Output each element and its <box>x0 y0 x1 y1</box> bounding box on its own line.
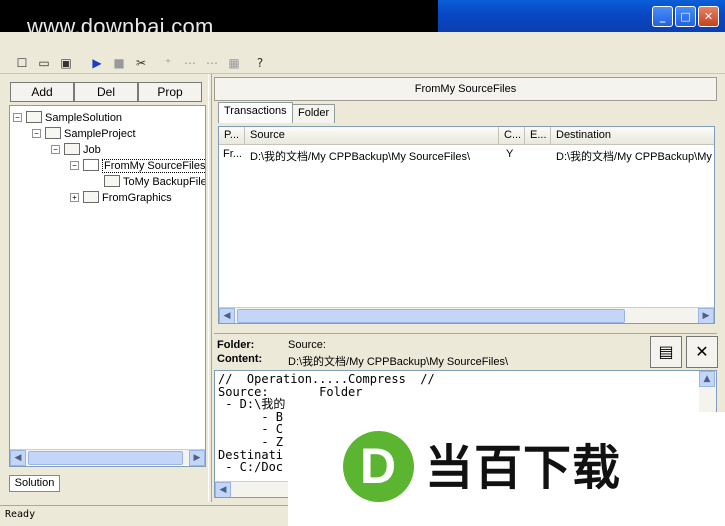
open-icon[interactable]: ▭ <box>36 55 52 71</box>
tab-solution[interactable]: Solution <box>9 475 60 492</box>
column-header-c[interactable]: C... <box>499 127 525 145</box>
collapse-icon[interactable]: − <box>13 113 22 122</box>
tree-node-to-my-backupfiles[interactable]: ToMy BackupFiles <box>104 174 206 190</box>
tree-node-label: SampleProject <box>64 128 136 140</box>
scroll-left-icon[interactable]: ◀ <box>10 450 26 466</box>
content-label: Content: <box>217 353 263 365</box>
project-icon <box>45 127 61 139</box>
column-header-e[interactable]: E... <box>525 127 551 145</box>
collapse-icon[interactable]: − <box>70 161 79 170</box>
collapse-icon[interactable]: − <box>51 145 60 154</box>
notes-icon[interactable]: ▤ <box>650 336 682 368</box>
folder-value: Source: <box>288 339 326 351</box>
solution-tree[interactable]: − SampleSolution − SampleProject − Job − Fro… <box>9 105 206 467</box>
prop-button[interactable]: Prop <box>138 82 202 102</box>
collapse-icon[interactable]: − <box>32 129 41 138</box>
transactions-list[interactable]: P... Source C... E... Destination Fr... … <box>218 126 715 324</box>
expand-icon[interactable]: + <box>70 193 79 202</box>
tree-node-label: SampleSolution <box>45 112 123 124</box>
logo-text: 当百下载 <box>425 440 622 496</box>
help-icon[interactable]: ? <box>252 55 268 71</box>
cell-source: D:\我的文档/My CPPBackup\My SourceFiles\ <box>250 151 471 163</box>
scroll-up-icon[interactable]: ▲ <box>699 371 715 387</box>
logo-letter: D <box>360 438 397 494</box>
list-horizontal-scrollbar[interactable]: ◀ ▶ <box>219 307 714 323</box>
menu-bar <box>0 32 725 52</box>
scroll-thumb[interactable] <box>237 309 625 323</box>
tree-node-project[interactable]: − SampleProject <box>32 126 136 142</box>
tree-node-solution[interactable]: − SampleSolution <box>13 110 122 126</box>
scroll-left-icon[interactable]: ◀ <box>219 308 235 323</box>
grid-icon[interactable]: ▦ <box>226 55 242 71</box>
close-button[interactable]: ✕ <box>698 6 719 27</box>
folder-open-icon <box>83 159 99 171</box>
cell-p: Fr... <box>223 148 242 160</box>
tree-node-label: ToMy BackupFiles <box>123 176 206 188</box>
tree-node-from-my-sourcefiles[interactable]: − FromMy SourceFiles <box>70 158 206 174</box>
tree-horizontal-scrollbar[interactable]: ◀ ▶ <box>10 449 205 466</box>
cell-destination: D:\我的文档/My CPPBackup\My SourceFiles\ <box>556 151 714 163</box>
solution-icon <box>26 111 42 123</box>
log-line: - C:/Doc <box>218 460 284 475</box>
scroll-right-icon[interactable]: ▶ <box>189 450 205 466</box>
cell-c: Y <box>506 148 514 160</box>
tab-folder[interactable]: Folder <box>292 104 336 123</box>
move-icon[interactable]: ⋯ <box>182 55 198 71</box>
cut-icon[interactable]: ✂ <box>133 55 149 71</box>
folder-icon <box>104 175 120 187</box>
add-button[interactable]: Add <box>10 82 74 102</box>
save-icon[interactable]: ▣ <box>58 55 74 71</box>
scroll-left-icon[interactable]: ◀ <box>215 482 231 497</box>
panel-splitter[interactable] <box>208 74 212 502</box>
scroll-thumb[interactable] <box>28 451 183 465</box>
run-icon[interactable]: ▶ <box>89 55 105 71</box>
stop-icon[interactable]: ■ <box>111 55 127 71</box>
log-horizontal-scrollbar[interactable]: ◀ <box>215 481 295 497</box>
clear-icon[interactable]: ✕ <box>686 336 718 368</box>
move-all-icon[interactable]: ⋯ <box>204 55 220 71</box>
tree-node-from-graphics[interactable]: + FromGraphics <box>70 190 172 206</box>
tree-node-label: Job <box>83 144 101 156</box>
status-text: Ready <box>5 509 36 520</box>
job-icon <box>64 143 80 155</box>
add-folder-icon[interactable]: ⁺ <box>160 55 176 71</box>
maximize-button[interactable]: □ <box>675 6 696 27</box>
detail-panel: Folder: Source: Content: D:\我的文档/My CPPB… <box>214 333 717 369</box>
new-icon[interactable]: ☐ <box>14 55 30 71</box>
solution-panel: Add Del Prop − SampleSolution − SampleProj… <box>6 77 206 469</box>
folder-icon <box>83 191 99 203</box>
del-button[interactable]: Del <box>74 82 138 102</box>
tab-transactions[interactable]: Transactions <box>218 102 293 123</box>
toolbar: ☐ ▭ ▣ ▶ ■ ✂ ⁺ ⋯ ⋯ ▦ ? <box>0 52 725 74</box>
logo-overlay: D 当百下载 <box>288 412 725 526</box>
column-header-destination[interactable]: Destination <box>551 127 714 145</box>
minimize-button[interactable]: _ <box>652 6 673 27</box>
column-header-p[interactable]: P... <box>219 127 245 145</box>
column-header-source[interactable]: Source <box>245 127 499 145</box>
folder-label: Folder: <box>217 339 255 351</box>
scroll-right-icon[interactable]: ▶ <box>698 308 714 323</box>
tree-node-label: FromMy SourceFiles <box>102 159 206 173</box>
tree-node-label: FromGraphics <box>102 192 172 204</box>
job-header: FromMy SourceFiles <box>214 77 717 101</box>
content-value: D:\我的文档/My CPPBackup\My SourceFiles\ <box>288 356 509 368</box>
tree-node-job[interactable]: − Job <box>51 142 101 158</box>
